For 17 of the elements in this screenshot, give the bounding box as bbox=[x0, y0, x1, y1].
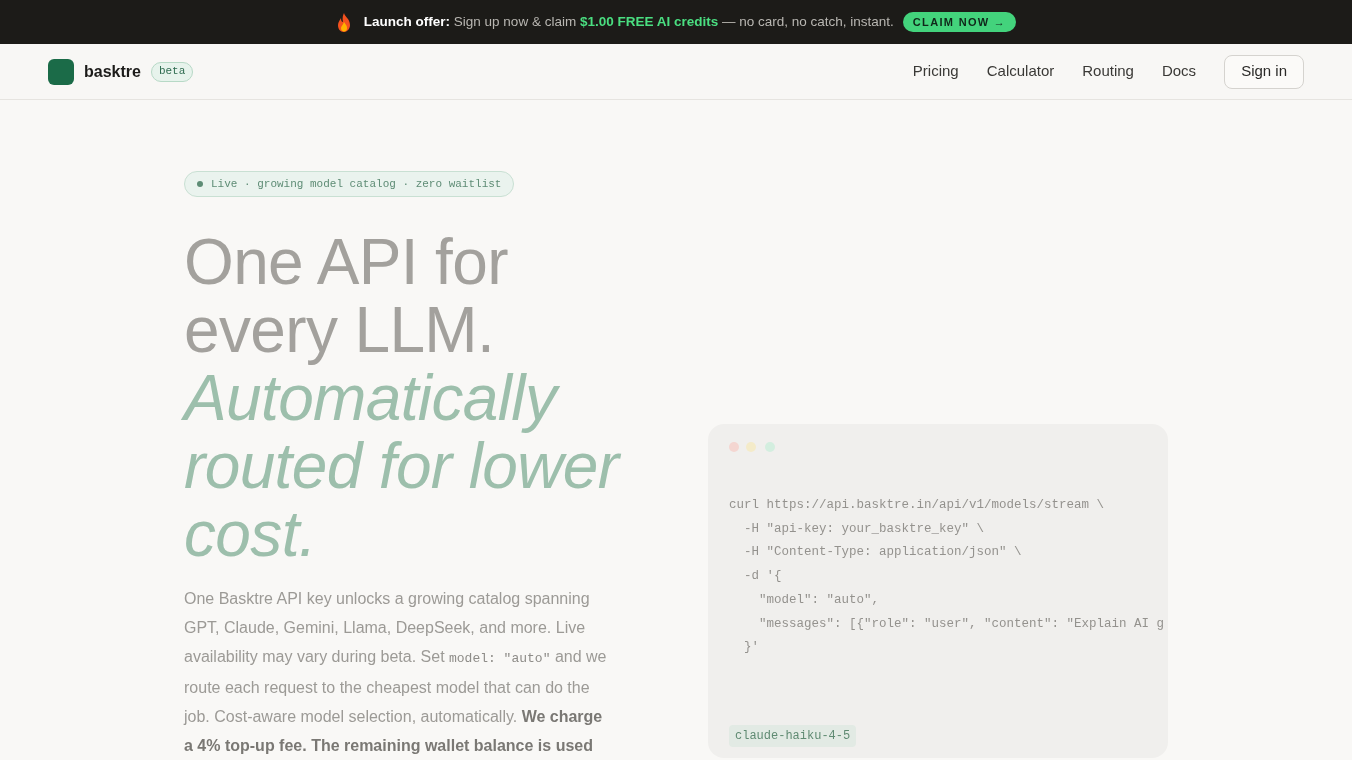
intro-paragraph: One Basktre API key unlocks a growing catalog spanning GPT, Claude, Gemini, Llama, DeepSeek, and more. Live availability may vary during beta. Set model: "auto" and we route each request to the cheapest model that can do the job. Cost-aware model selection, automatically. We charge a 4% top-up fee. The remaining wallet balance is used bbox=[184, 589, 608, 756]
nav-link[interactable]: Pricing bbox=[912, 60, 959, 83]
status-text: Live · growing model catalog · zero waitlist bbox=[211, 176, 502, 192]
nav-link[interactable]: Calculator bbox=[986, 60, 1055, 83]
headline: One API for every LLM. bbox=[184, 228, 509, 364]
model-tag: claude-haiku-4-5 bbox=[729, 724, 857, 747]
claim-now-button[interactable]: CLAIM NOW → bbox=[902, 12, 1017, 32]
beta-badge: beta bbox=[150, 61, 194, 82]
brand-name[interactable]: basktre bbox=[84, 59, 141, 84]
code-snippet: curl https://api.basktre.in/api/v1/models/stream \ -H "api-key: your_basktre_key" \ -H "Content-Type: application/json" \ -d '{ "model": "auto", "messages": [{"role": "user", "content": "Explain AI g }' bbox=[729, 497, 1165, 657]
banner-message: Launch offer: Sign up now & claim $1.00 FREE AI credits — no card, no catch, instant. bbox=[363, 12, 894, 31]
nav-link[interactable]: Routing bbox=[1082, 60, 1134, 83]
nav-link[interactable]: Docs bbox=[1161, 60, 1197, 83]
logo-icon bbox=[48, 58, 74, 85]
fire-icon bbox=[335, 12, 352, 32]
sign-in-button[interactable]: Sign in bbox=[1224, 54, 1304, 89]
window-controls-icon bbox=[729, 442, 775, 452]
